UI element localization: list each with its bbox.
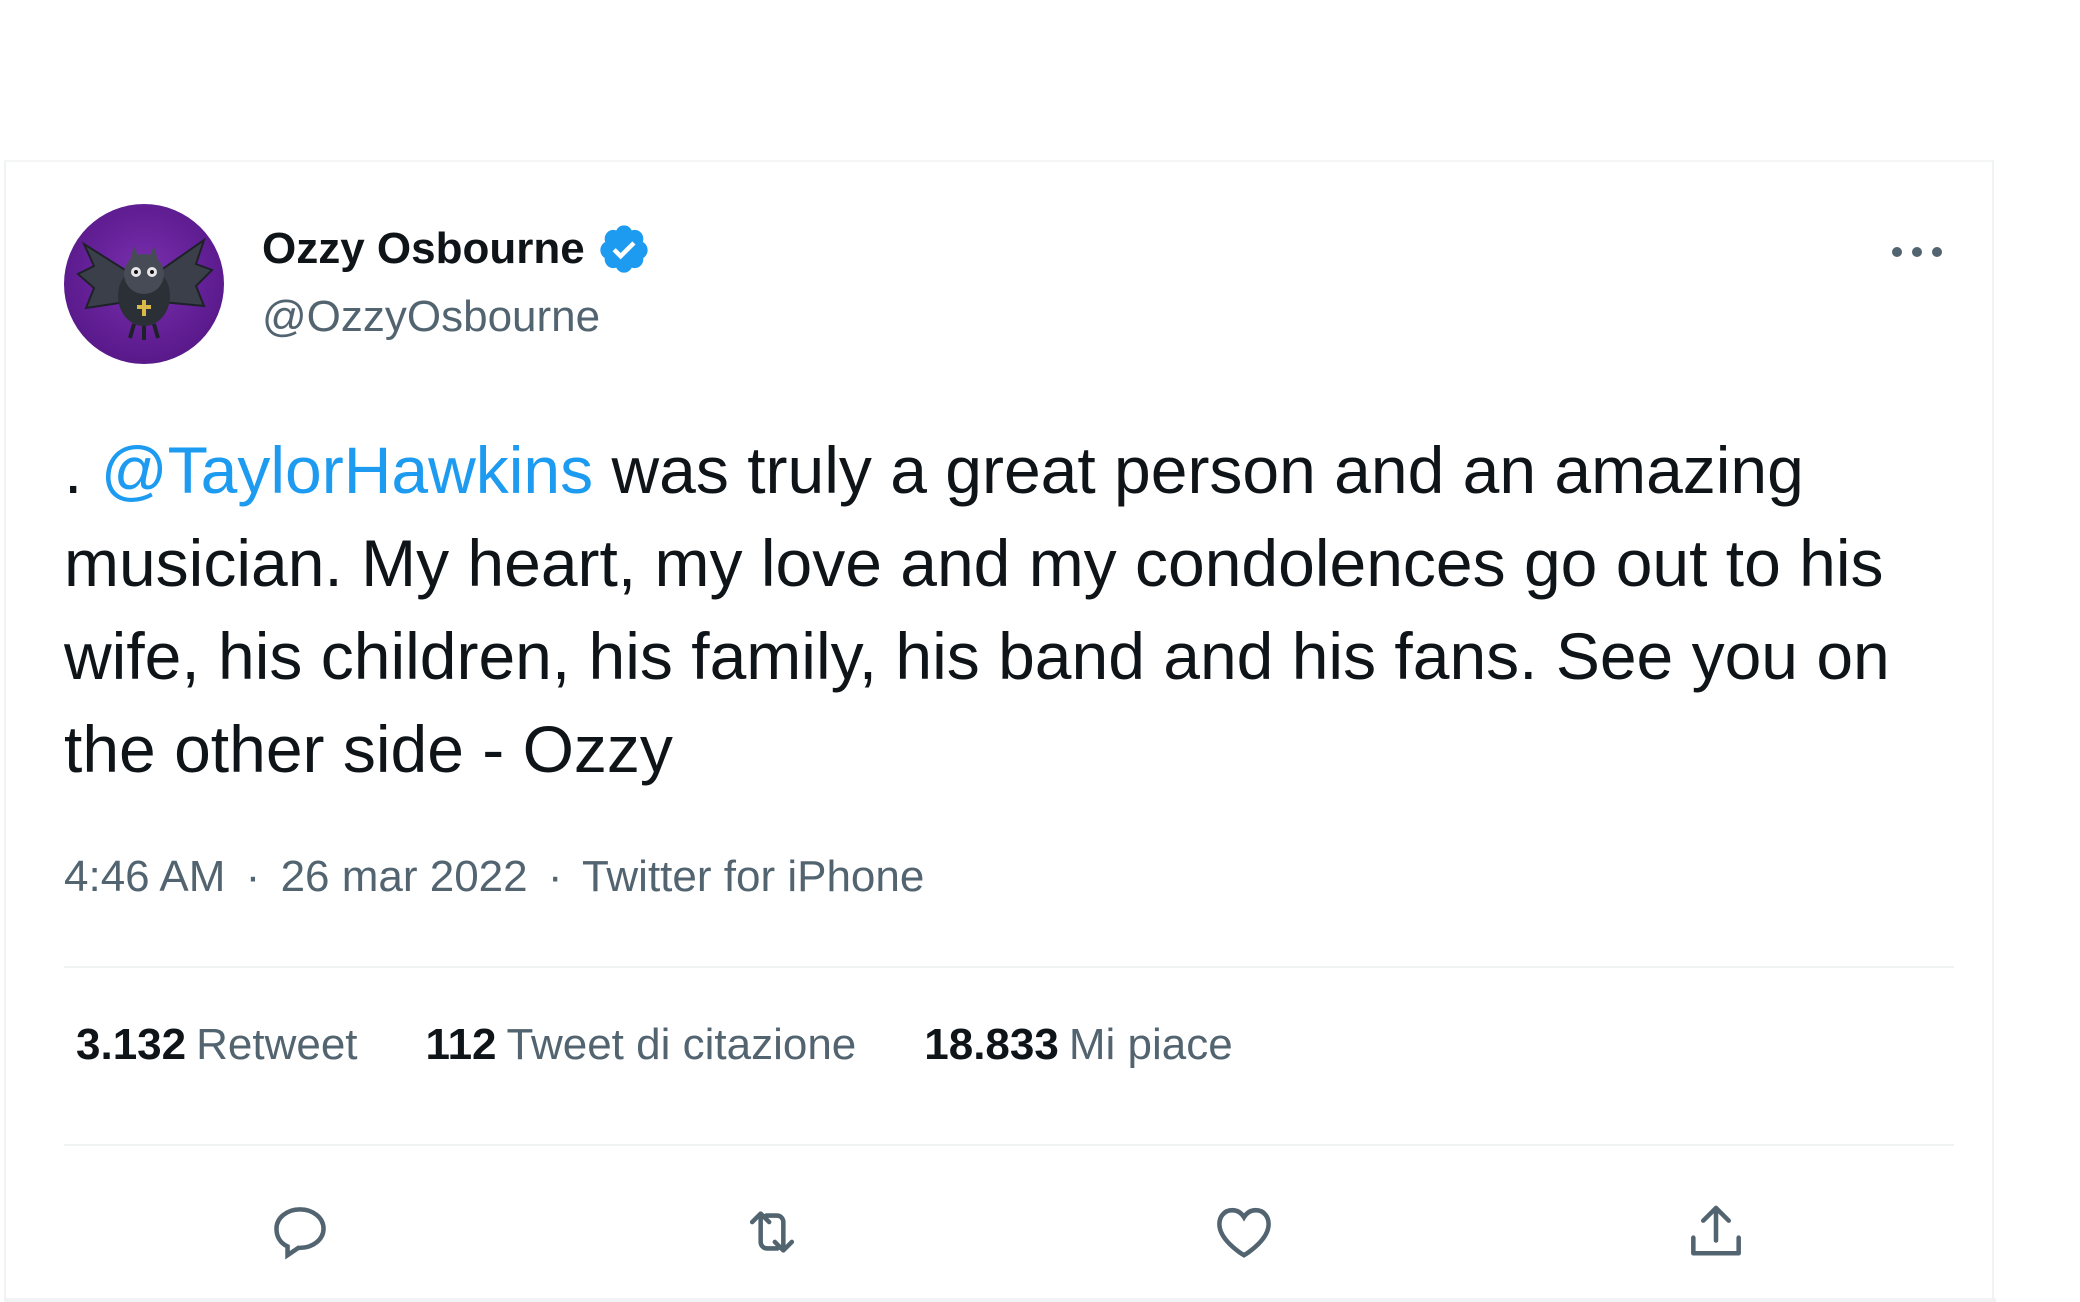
- verified-badge-icon: [597, 222, 651, 276]
- share-button[interactable]: [1676, 1192, 1756, 1272]
- avatar[interactable]: [64, 204, 224, 364]
- retweet-icon: [749, 1211, 795, 1253]
- mention-link[interactable]: @TaylorHawkins: [101, 433, 593, 507]
- card-bottom-border: [6, 1298, 1996, 1302]
- like-count[interactable]: 18.833 Mi piace: [924, 1020, 1232, 1070]
- tweet-card: Ozzy Osbourne @OzzyOsbourne . @TaylorHaw…: [4, 160, 1996, 1302]
- stat-number: 18.833: [924, 1020, 1059, 1069]
- stat-label: Tweet di citazione: [506, 1020, 857, 1069]
- tweet-stats: 3.132 Retweet 112 Tweet di citazione 18.83…: [76, 1020, 1301, 1070]
- like-icon: [1217, 1207, 1271, 1258]
- meta-separator: ·: [547, 852, 563, 901]
- more-options-button[interactable]: [1882, 222, 1952, 282]
- tweet-actions: [6, 1172, 1996, 1292]
- tweet-meta: 4:46 AM · 26 mar 2022 · Twitter for iPho…: [64, 852, 924, 902]
- divider: [64, 1144, 1954, 1146]
- tweet-date[interactable]: 26 mar 2022: [281, 852, 528, 901]
- quote-tweet-count[interactable]: 112 Tweet di citazione: [426, 1020, 857, 1070]
- tweet-text-prefix: .: [64, 433, 101, 507]
- tweet-source[interactable]: Twitter for iPhone: [582, 852, 924, 901]
- bat-avatar-icon: [76, 237, 214, 340]
- divider: [64, 966, 1954, 968]
- reply-icon: [274, 1207, 326, 1260]
- stat-label: Retweet: [196, 1020, 358, 1069]
- like-button[interactable]: [1204, 1192, 1284, 1272]
- retweet-button[interactable]: [732, 1192, 812, 1272]
- stat-label: Mi piace: [1068, 1020, 1233, 1069]
- author-handle[interactable]: @OzzyOsbourne: [262, 292, 600, 342]
- meta-separator: ·: [245, 852, 261, 901]
- stat-number: 112: [425, 1020, 497, 1069]
- author-display-name[interactable]: Ozzy Osbourne: [262, 224, 585, 274]
- tweet-text: . @TaylorHawkins was truly a great perso…: [64, 424, 1944, 796]
- more-options-icon: [1892, 247, 1942, 257]
- stat-number: 3.132: [76, 1020, 187, 1069]
- reply-button[interactable]: [260, 1192, 340, 1272]
- share-icon: [1691, 1205, 1741, 1256]
- tweet-time[interactable]: 4:46 AM: [64, 852, 225, 901]
- author-name-row[interactable]: Ozzy Osbourne: [262, 222, 651, 276]
- page: Ozzy Osbourne @OzzyOsbourne . @TaylorHaw…: [0, 0, 2080, 1302]
- retweet-count[interactable]: 3.132 Retweet: [76, 1020, 358, 1070]
